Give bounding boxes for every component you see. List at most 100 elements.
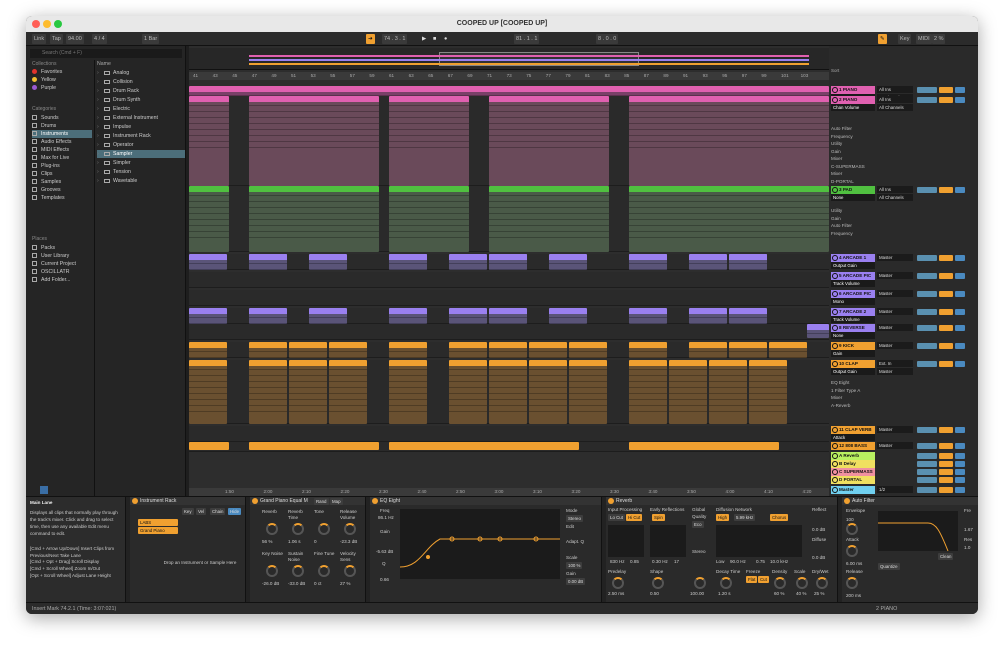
input-type-chooser[interactable]: Master bbox=[877, 426, 913, 433]
piano-param-value[interactable]: 0 bbox=[314, 539, 317, 544]
shape-knob[interactable] bbox=[652, 577, 664, 589]
browser-item-simpler[interactable]: › Simpler bbox=[97, 159, 185, 167]
arrangement-clip[interactable]: Arcade bbox=[629, 308, 667, 324]
arrangement-clip[interactable]: Arcade bbox=[309, 254, 347, 270]
input-type-chooser[interactable]: Master bbox=[877, 308, 913, 315]
track-activator-button[interactable] bbox=[939, 291, 953, 297]
track-volume[interactable] bbox=[917, 87, 937, 93]
input-type-chooser[interactable]: Ext. In bbox=[877, 360, 913, 367]
input-type-chooser[interactable]: All Ins bbox=[877, 186, 913, 193]
rack-chain-grand-piano[interactable]: Grand Piano bbox=[138, 527, 178, 534]
browser-item-electric[interactable]: › Electric bbox=[97, 105, 185, 113]
track-lane[interactable]: SONNY_D_kick SONNY_D_kick SONNY_D_kick SONN… bbox=[189, 342, 829, 358]
arrangement-clip[interactable]: SONNY_D_kick bbox=[289, 342, 327, 358]
expand-arrow-icon[interactable]: › bbox=[97, 132, 104, 140]
track-activator-button[interactable] bbox=[939, 309, 953, 315]
expand-arrow-icon[interactable]: › bbox=[97, 141, 104, 149]
arrangement-clip[interactable]: SONNY_D_kick bbox=[769, 342, 807, 358]
category-clips[interactable]: Clips bbox=[32, 170, 53, 178]
track-activator-button[interactable] bbox=[939, 97, 953, 103]
arrangement-clip[interactable] bbox=[629, 442, 779, 450]
loop-length-field[interactable]: 8 . 0 . 0 bbox=[596, 34, 619, 44]
arrangement-clip[interactable]: Arcade bbox=[549, 254, 587, 270]
track-header-8-reverse[interactable]: 8 REVERSE bbox=[831, 324, 875, 332]
input-type-chooser[interactable]: 1/2 bbox=[877, 486, 913, 493]
automation-chooser[interactable]: Track Volume bbox=[831, 316, 875, 323]
track-lane[interactable] bbox=[189, 86, 829, 96]
track-activator-icon[interactable] bbox=[832, 487, 838, 493]
arrangement-overview[interactable] bbox=[189, 48, 829, 70]
arrangement-clip[interactable] bbox=[389, 186, 469, 252]
zoom-window-button[interactable] bbox=[54, 20, 62, 28]
arrangement-clip[interactable]: SONNY_D_kick bbox=[389, 342, 427, 358]
reverb-stereo-value[interactable]: 100.00 bbox=[690, 591, 704, 596]
piano-param-knob[interactable] bbox=[266, 565, 278, 577]
tap-tempo-button[interactable]: Tap bbox=[50, 34, 63, 44]
arrangement-clip[interactable]: SONNY_D_kick bbox=[249, 342, 287, 358]
arrangement-clip[interactable] bbox=[389, 96, 469, 186]
track-lane[interactable]: Arcade Arcade Arcade Arcade Arcade Arcade Arca… bbox=[189, 308, 829, 324]
expand-arrow-icon[interactable]: › bbox=[97, 123, 104, 131]
arrangement-clip[interactable]: SONNY_D_kick bbox=[569, 342, 607, 358]
arrangement-clip[interactable]: SONNY_D_kick bbox=[449, 342, 487, 358]
map-button[interactable]: Map bbox=[330, 498, 343, 505]
reverb-cut-button[interactable]: Cut bbox=[758, 576, 769, 583]
midi-map-button[interactable]: MIDI bbox=[916, 34, 932, 44]
solo-button[interactable] bbox=[955, 291, 965, 297]
reverb-drywet-value[interactable]: 25 % bbox=[814, 591, 824, 596]
place-current-project[interactable]: Current Project bbox=[32, 260, 76, 268]
key-map-button[interactable]: Key bbox=[898, 34, 912, 44]
device-power-icon[interactable] bbox=[252, 498, 258, 504]
reverb-predelay-value[interactable]: 2.50 ms bbox=[608, 591, 624, 596]
category-max-for-live[interactable]: Max for Live bbox=[32, 154, 69, 162]
track-lane[interactable] bbox=[189, 426, 829, 442]
arrangement-clip[interactable]: Arcade bbox=[689, 254, 727, 270]
expand-arrow-icon[interactable]: › bbox=[97, 168, 104, 176]
reverb-high-freq[interactable]: 10.0 kHz bbox=[770, 559, 788, 564]
track-header-7-arcade-2[interactable]: 7 ARCADE 2 bbox=[831, 308, 875, 316]
arrangement-clip[interactable] bbox=[489, 186, 609, 252]
reverb-flat-button[interactable]: Flat bbox=[746, 576, 758, 583]
input-channel-chooser[interactable]: Master bbox=[877, 368, 913, 375]
track-volume[interactable] bbox=[917, 255, 937, 261]
track-lane[interactable]: Arcade Arcade Arcade Arcade Arcade Arcade Arca… bbox=[189, 254, 829, 270]
song-position-field[interactable]: 74 . 3 . 1 bbox=[382, 34, 408, 44]
solo-button[interactable] bbox=[955, 187, 965, 193]
arrangement-clip[interactable]: SONNY_D_kick bbox=[529, 342, 567, 358]
track-lane[interactable] bbox=[189, 442, 829, 452]
reverb-high-button[interactable]: High bbox=[716, 514, 730, 521]
density-knob[interactable] bbox=[774, 577, 786, 589]
drywet-knob[interactable] bbox=[816, 577, 828, 589]
arrangement-clip[interactable]: SONNY_D_kick bbox=[729, 342, 767, 358]
reverb-hicut-button[interactable]: Hi Cut bbox=[626, 514, 643, 521]
track-activator-icon[interactable] bbox=[832, 273, 838, 279]
reverb-scale-value[interactable]: 40 % bbox=[796, 591, 806, 596]
reverb-locut-button[interactable]: Lo Cut bbox=[608, 514, 625, 521]
browser-item-collision[interactable]: › Collision bbox=[97, 78, 185, 86]
track-volume[interactable] bbox=[917, 443, 937, 449]
category-plug-ins[interactable]: Plug-ins bbox=[32, 162, 60, 170]
input-channel-chooser[interactable]: All Channels bbox=[877, 104, 913, 111]
place-user-library[interactable]: User Library bbox=[32, 252, 69, 260]
reverb-chorus-button[interactable]: Chorus bbox=[770, 514, 789, 521]
eq-display[interactable] bbox=[400, 509, 560, 579]
automation-chooser[interactable]: Attack bbox=[831, 434, 875, 441]
piano-param-knob[interactable] bbox=[318, 523, 330, 535]
browser-item-impulse[interactable]: › Impulse bbox=[97, 123, 185, 131]
af-attack-knob[interactable] bbox=[846, 545, 858, 557]
device-power-icon[interactable] bbox=[608, 498, 614, 504]
grand-piano-header[interactable]: Grand Piano Equal M bbox=[250, 497, 365, 505]
track-activator-icon[interactable] bbox=[832, 477, 838, 483]
rack-chain-labs[interactable]: LABS bbox=[138, 519, 178, 526]
solo-button[interactable] bbox=[955, 477, 965, 483]
piano-param-knob[interactable] bbox=[344, 523, 356, 535]
eq-output-gain-value[interactable]: 0.00 dB bbox=[566, 578, 586, 585]
track-lane[interactable] bbox=[189, 272, 829, 288]
reverb-diffuse-value[interactable]: 0.0 dB bbox=[812, 555, 825, 560]
automation-chooser[interactable]: Gain bbox=[831, 350, 875, 357]
reverb-locut-value[interactable]: 830 Hz bbox=[610, 559, 625, 564]
arrangement-clip[interactable] bbox=[489, 96, 609, 186]
solo-button[interactable] bbox=[955, 427, 965, 433]
track-activator-button[interactable] bbox=[939, 487, 953, 493]
arrangement-clip[interactable]: SONNY_D_clap bbox=[449, 360, 487, 424]
